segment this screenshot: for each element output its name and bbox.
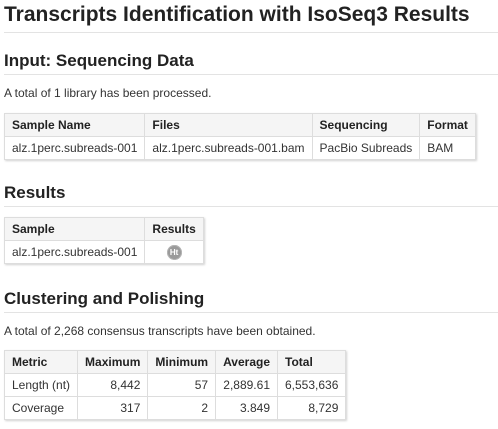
table-header-row: Sample Results bbox=[3, 217, 204, 241]
table-row: Length (nt) 8,442 57 2,889.61 6,553,636 bbox=[3, 373, 347, 397]
html-report-icon[interactable]: Ht bbox=[166, 244, 182, 260]
total-cell: 8,729 bbox=[276, 396, 347, 420]
column-header: Sample bbox=[3, 217, 146, 241]
file-cell: alz.1perc.subreads-001.bam bbox=[144, 136, 313, 160]
column-header: Total bbox=[276, 350, 347, 374]
metric-cell: Coverage bbox=[3, 396, 79, 420]
maximum-cell: 8,442 bbox=[77, 373, 149, 397]
minimum-cell: 57 bbox=[147, 373, 217, 397]
column-header: Maximum bbox=[77, 350, 149, 374]
table-row: alz.1perc.subreads-001 Ht bbox=[3, 240, 204, 264]
column-header: Files bbox=[144, 113, 313, 137]
clustering-summary: A total of 2,268 consensus transcripts h… bbox=[4, 324, 316, 338]
input-summary: A total of 1 library has been processed. bbox=[4, 86, 212, 100]
column-header: Format bbox=[419, 113, 476, 137]
input-table: Sample Name Files Sequencing Format alz.… bbox=[3, 113, 476, 160]
column-header: Sequencing bbox=[311, 113, 421, 137]
results-table: Sample Results alz.1perc.subreads-001 Ht bbox=[3, 217, 204, 264]
results-cell: Ht bbox=[144, 240, 204, 264]
sample-cell: alz.1perc.subreads-001 bbox=[3, 240, 146, 264]
column-header: Results bbox=[144, 217, 204, 241]
section-heading-input: Input: Sequencing Data bbox=[4, 51, 498, 75]
average-cell: 3.849 bbox=[215, 396, 278, 420]
total-cell: 6,553,636 bbox=[276, 373, 347, 397]
column-header: Metric bbox=[3, 350, 79, 374]
table-row: Coverage 317 2 3.849 8,729 bbox=[3, 396, 347, 420]
average-cell: 2,889.61 bbox=[215, 373, 278, 397]
table-header-row: Sample Name Files Sequencing Format bbox=[3, 113, 476, 137]
column-header: Average bbox=[215, 350, 278, 374]
sample-name-cell: alz.1perc.subreads-001 bbox=[3, 136, 146, 160]
section-heading-clustering: Clustering and Polishing bbox=[4, 289, 498, 313]
page-title: Transcripts Identification with IsoSeq3 … bbox=[4, 0, 498, 33]
column-header: Minimum bbox=[147, 350, 217, 374]
table-row: alz.1perc.subreads-001 alz.1perc.subread… bbox=[3, 136, 476, 160]
section-heading-results: Results bbox=[4, 183, 498, 207]
metric-cell: Length (nt) bbox=[3, 373, 79, 397]
minimum-cell: 2 bbox=[147, 396, 217, 420]
clustering-table: Metric Maximum Minimum Average Total Len… bbox=[3, 350, 347, 420]
column-header: Sample Name bbox=[3, 113, 146, 137]
sequencing-cell: PacBio Subreads bbox=[311, 136, 421, 160]
table-header-row: Metric Maximum Minimum Average Total bbox=[3, 350, 347, 374]
format-cell: BAM bbox=[419, 136, 476, 160]
maximum-cell: 317 bbox=[77, 396, 149, 420]
